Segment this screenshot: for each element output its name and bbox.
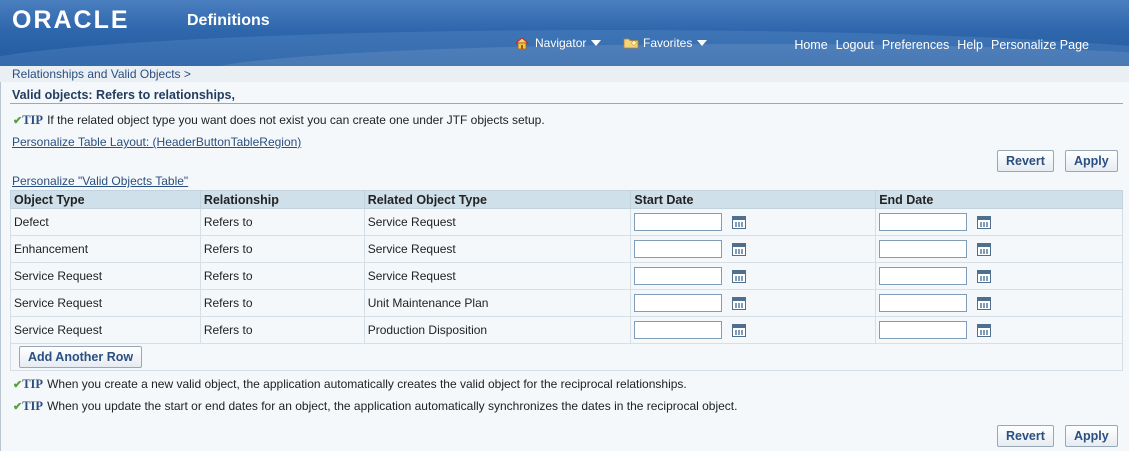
object-type-cell: Service Request (10, 316, 201, 344)
revert-button[interactable]: Revert (997, 150, 1054, 172)
related-object-type-cell: Service Request (363, 208, 632, 236)
table-row: Service Request Refers to Service Reques… (10, 262, 1123, 290)
object-type-cell: Enhancement (10, 235, 201, 263)
end-date-cell (875, 208, 1123, 236)
tip-text: When you update the start or end dates f… (47, 399, 738, 413)
checkmark-icon: ✔ (13, 379, 23, 391)
related-object-type-cell: Unit Maintenance Plan (363, 289, 632, 317)
favorites-label: Favorites (643, 36, 693, 50)
tip-text: If the related object type you want does… (47, 113, 545, 127)
apply-button-bottom[interactable]: Apply (1065, 425, 1118, 447)
end-date-input[interactable] (879, 294, 968, 312)
calendar-icon[interactable] (732, 269, 747, 283)
revert-button-bottom[interactable]: Revert (997, 425, 1054, 447)
home-link[interactable]: Home (794, 38, 827, 52)
navigator-menu[interactable]: Navigator (514, 36, 602, 50)
start-date-cell (630, 316, 877, 344)
preferences-link[interactable]: Preferences (882, 38, 949, 52)
app-title: Definitions (187, 12, 270, 29)
start-date-input[interactable] (634, 321, 723, 339)
tip-text: When you create a new valid object, the … (47, 377, 687, 391)
table-footer-cell: Add Another Row (10, 343, 1123, 371)
table-row: Defect Refers to Service Request (10, 208, 1123, 236)
end-date-input[interactable] (879, 321, 968, 339)
object-type-cell: Service Request (10, 262, 201, 290)
personalize-valid-objects-table-link[interactable]: Personalize "Valid Objects Table" (12, 174, 188, 188)
tip-label: TIP (22, 377, 44, 391)
navigator-label: Navigator (535, 36, 587, 50)
column-header-start-date: Start Date (630, 190, 877, 209)
global-links: Home Logout Preferences Help Personalize… (794, 38, 1089, 52)
branding-header: ORACLE Definitions Navigator Favorites H… (0, 0, 1129, 66)
start-date-input[interactable] (634, 240, 723, 258)
table-header-row: Object Type Relationship Related Object … (10, 190, 1123, 209)
table-row: Service Request Refers to Production Dis… (10, 316, 1123, 344)
logout-link[interactable]: Logout (836, 38, 874, 52)
title-divider (10, 103, 1123, 104)
calendar-icon[interactable] (732, 323, 747, 337)
column-header-end-date: End Date (875, 190, 1123, 209)
related-object-type-cell: Service Request (363, 235, 632, 263)
calendar-icon[interactable] (977, 215, 992, 229)
calendar-icon[interactable] (977, 269, 992, 283)
end-date-input[interactable] (879, 240, 968, 258)
calendar-icon[interactable] (977, 323, 992, 337)
chevron-down-icon (697, 40, 708, 46)
calendar-icon[interactable] (977, 242, 992, 256)
start-date-cell (630, 289, 877, 317)
personalize-page-link[interactable]: Personalize Page (991, 38, 1089, 52)
relationship-cell: Refers to (199, 289, 365, 317)
table-row: Service Request Refers to Unit Maintenan… (10, 289, 1123, 317)
start-date-input[interactable] (634, 294, 723, 312)
end-date-cell (875, 316, 1123, 344)
object-type-cell: Service Request (10, 289, 201, 317)
valid-objects-table: Object Type Relationship Related Object … (10, 190, 1123, 371)
column-header-relationship: Relationship (199, 190, 365, 209)
checkmark-icon: ✔ (13, 115, 23, 127)
start-date-cell (630, 235, 877, 263)
relationship-cell: Refers to (199, 208, 365, 236)
relationship-cell: Refers to (199, 262, 365, 290)
breadcrumb-link[interactable]: Relationships and Valid Objects > (12, 67, 191, 81)
start-date-cell (630, 262, 877, 290)
start-date-input[interactable] (634, 213, 723, 231)
oracle-logo: ORACLE (12, 6, 130, 34)
end-date-cell (875, 262, 1123, 290)
end-date-input[interactable] (879, 213, 968, 231)
content-border (0, 82, 1, 451)
help-link[interactable]: Help (957, 38, 983, 52)
tip-label: TIP (22, 113, 44, 127)
favorites-folder-icon (623, 37, 639, 49)
checkmark-icon: ✔ (13, 401, 23, 413)
add-another-row-button[interactable]: Add Another Row (19, 346, 143, 368)
personalize-table-layout-link[interactable]: Personalize Table Layout: (HeaderButtonT… (12, 135, 301, 149)
table-row: Enhancement Refers to Service Request (10, 235, 1123, 263)
end-date-cell (875, 235, 1123, 263)
page-title: Valid objects: Refers to relationships, (12, 88, 235, 102)
relationship-cell: Refers to (199, 235, 365, 263)
chevron-down-icon (591, 40, 602, 46)
object-type-cell: Defect (10, 208, 201, 236)
calendar-icon[interactable] (977, 296, 992, 310)
tip-reciprocal-dates: ✔TIP When you update the start or end dat… (13, 399, 737, 414)
calendar-icon[interactable] (732, 215, 747, 229)
column-header-related-object-type: Related Object Type (363, 190, 632, 209)
calendar-icon[interactable] (732, 296, 747, 310)
relationship-cell: Refers to (199, 316, 365, 344)
related-object-type-cell: Service Request (363, 262, 632, 290)
tip-reciprocal-create: ✔TIP When you create a new valid object, … (13, 377, 687, 392)
table-footer-row: Add Another Row (10, 343, 1123, 371)
calendar-icon[interactable] (732, 242, 747, 256)
related-object-type-cell: Production Disposition (363, 316, 632, 344)
tip-related-object: ✔TIP If the related object type you want … (13, 113, 545, 128)
tip-label: TIP (22, 399, 44, 413)
start-date-cell (630, 208, 877, 236)
apply-button[interactable]: Apply (1065, 150, 1118, 172)
favorites-menu[interactable]: Favorites (623, 36, 708, 50)
end-date-cell (875, 289, 1123, 317)
home-icon (514, 37, 530, 50)
end-date-input[interactable] (879, 267, 968, 285)
column-header-object-type: Object Type (10, 190, 201, 209)
start-date-input[interactable] (634, 267, 723, 285)
